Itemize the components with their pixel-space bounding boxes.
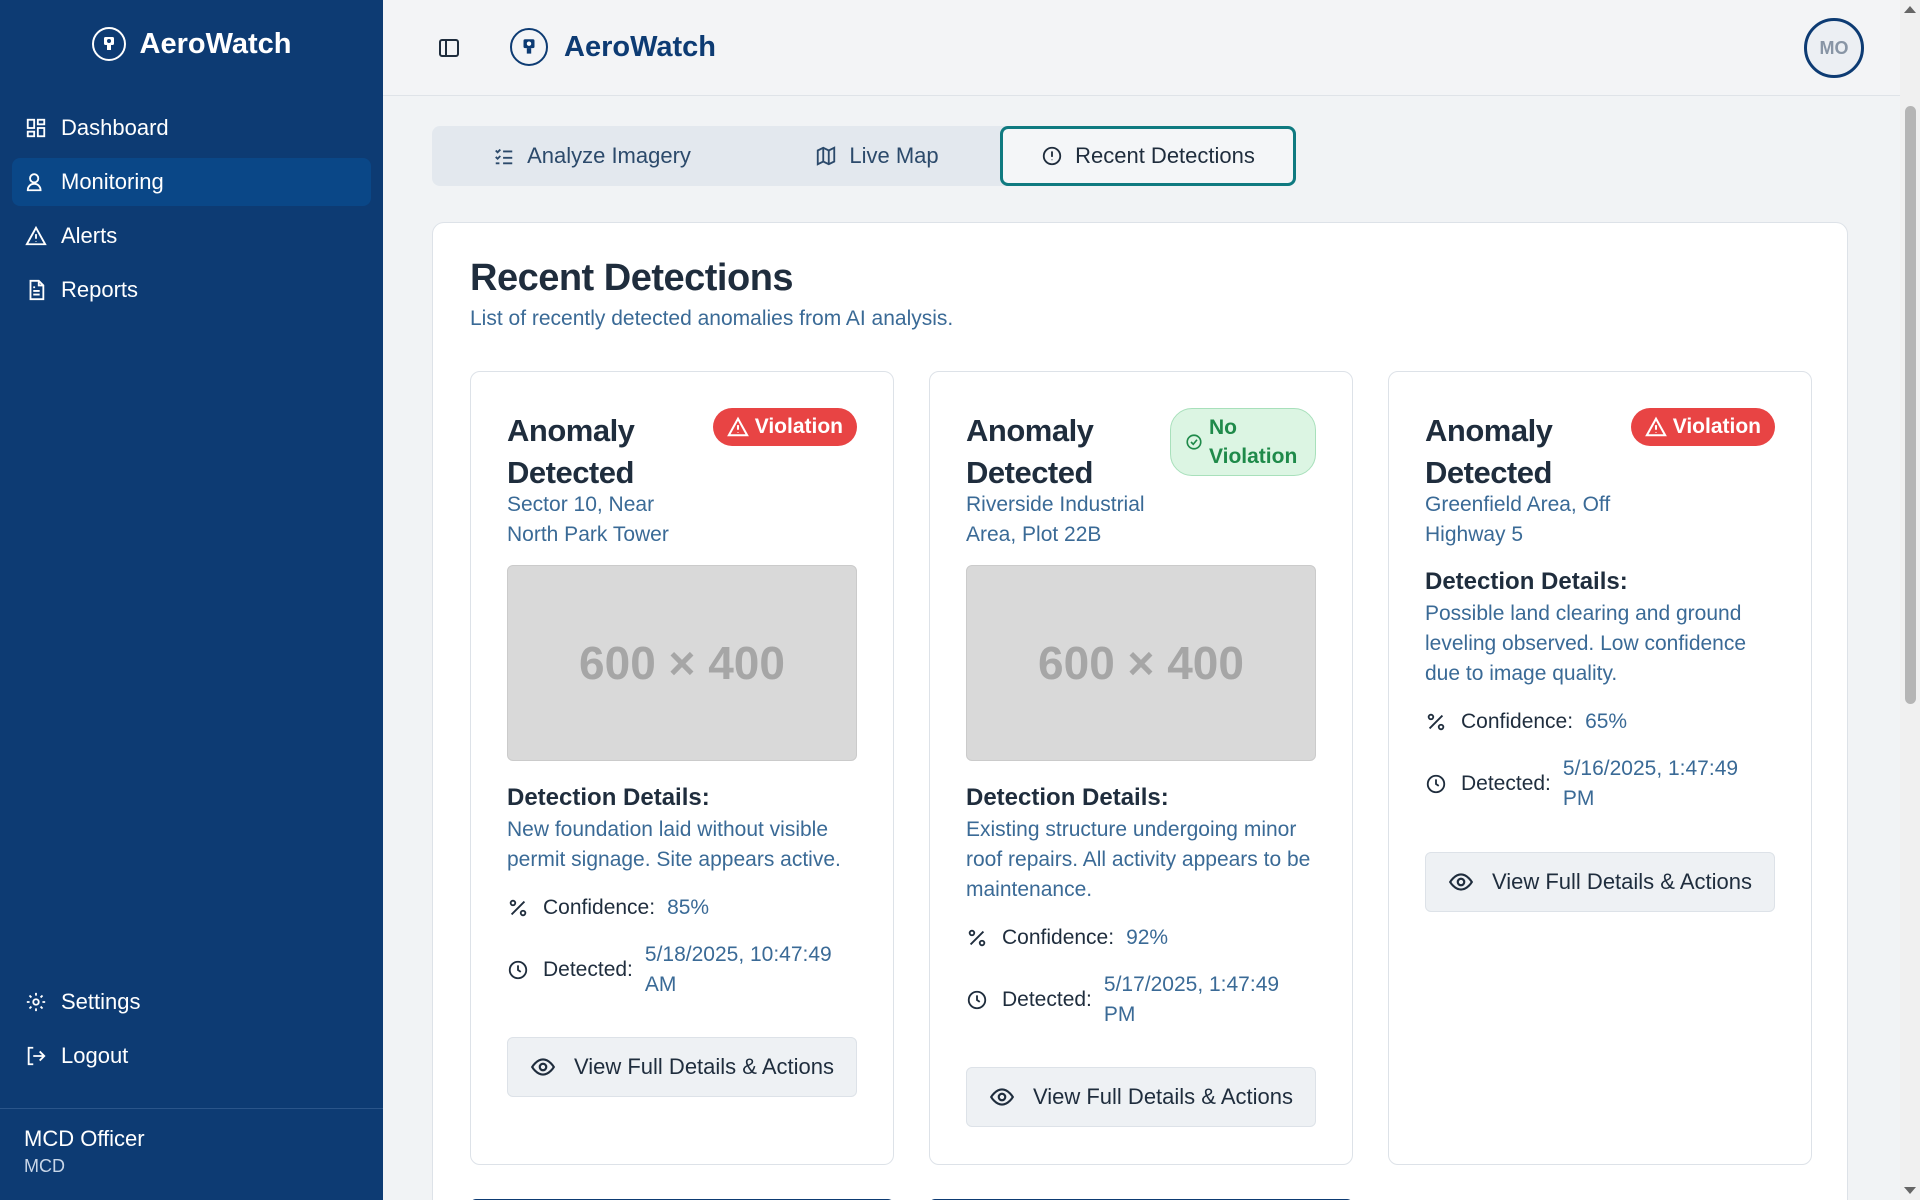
scroll-down-arrow-icon[interactable] [1904,1187,1916,1194]
details-heading: Detection Details: [1425,568,1628,595]
card-location: Sector 10, Near North Park Tower [507,493,669,546]
sidebar-nav: Dashboard Monitoring Alerts Reports [0,88,383,314]
sidebar-item-logout[interactable]: Logout [12,1032,371,1080]
status-badge: No Violation [1170,408,1316,476]
clock-icon [508,960,528,980]
avatar[interactable]: MO [1804,18,1864,78]
page-subtitle: List of recently detected anomalies from… [470,307,954,330]
page-scrollbar[interactable] [1900,0,1920,1200]
triangle-alert-icon [1644,416,1667,437]
sidebar-brand[interactable]: AeroWatch [0,0,383,88]
details-text: Possible land clearing and ground leveli… [1425,602,1747,685]
tab-label: Live Map [849,143,939,168]
confidence-value: 92% [1126,926,1169,949]
file-text-icon [29,279,45,301]
card-location: Riverside Industrial Area, Plot 22B [966,493,1145,546]
details-heading: Detection Details: [966,784,1169,811]
confidence-value: 85% [667,896,710,919]
detection-card: Anomaly Detected Violation Greenfield Ar… [1388,371,1812,1165]
confidence-row: Confidence: 65% [1425,707,1627,737]
sidebar-bottom: Settings Logout [12,978,371,1086]
triangle-alert-icon [25,225,47,246]
grid-icon [26,118,46,138]
sidebar-toggle-icon[interactable] [437,36,461,60]
confidence-value: 65% [1585,710,1628,733]
sidebar-item-settings[interactable]: Settings [12,978,371,1026]
sidebar-item-label: Monitoring [61,169,164,194]
page-title: Recent Detections [470,257,794,299]
sidebar-item-monitoring[interactable]: Monitoring [12,158,371,206]
detected-value: 5/16/2025, 1:47:49 PM [1562,757,1739,810]
card-location: Greenfield Area, Off Highway 5 [1425,493,1611,546]
details-text: New foundation laid without visible perm… [507,818,841,871]
top-header: AeroWatch MO [383,0,1900,96]
view-details-button[interactable]: View Full Details & Actions [507,1037,857,1097]
sidebar-item-label: Dashboard [61,115,169,140]
details-text: Existing structure undergoing minor roof… [966,818,1311,901]
detected-row: Detected: 5/17/2025, 1:47:49 PM [966,970,1304,1030]
card-title: Anomaly Detected [966,413,1094,490]
confidence-row: Confidence: 92% [966,923,1168,953]
view-details-button[interactable]: View Full Details & Actions [966,1067,1316,1127]
percent-icon [968,929,986,947]
tab-label: Analyze Imagery [527,143,691,168]
recent-detections-panel: Recent Detections List of recently detec… [432,222,1848,1200]
sidebar-item-reports[interactable]: Reports [12,266,371,314]
sidebar-item-label: Reports [61,277,139,302]
percent-icon [1427,713,1445,731]
confidence-row: Confidence: 85% [507,893,709,923]
detected-row: Detected: 5/18/2025, 10:47:49 AM [507,940,845,1000]
gear-icon [26,992,46,1012]
aerowatch-logo-icon [510,28,548,66]
detected-row: Detected: 5/16/2025, 1:47:49 PM [1425,754,1763,814]
sidebar-item-alerts[interactable]: Alerts [12,212,371,260]
detection-card: Anomaly Detected Violation Sector 10, Ne… [470,371,894,1165]
header-brand[interactable]: AeroWatch [510,28,716,66]
eye-icon [1448,873,1474,891]
detected-value: 5/17/2025, 1:47:49 PM [1103,973,1280,1026]
tab-live-map[interactable]: Live Map [752,126,1002,186]
sidebar-brand-name: AeroWatch [139,27,292,60]
tab-label: Recent Detections [1075,143,1255,168]
card-title: Anomaly Detected [507,413,635,490]
sidebar-item-label: Alerts [61,223,118,248]
scroll-up-arrow-icon[interactable] [1904,6,1916,13]
eye-icon [989,1088,1015,1106]
status-badge: Violation [1630,408,1775,446]
detection-card: Anomaly Detected No Violation Riverside … [929,371,1353,1165]
image-placeholder: 600 × 400 [507,565,857,761]
eye-icon [530,1058,556,1076]
clock-icon [967,990,987,1010]
tab-bar: Analyze Imagery Live Map Recent Detectio… [432,126,1296,186]
percent-icon [509,899,527,917]
detected-value: 5/18/2025, 10:47:49 AM [644,943,832,996]
map-icon [817,146,836,166]
list-check-icon [495,148,513,165]
alert-circle-icon [1042,146,1062,166]
tab-recent-detections[interactable]: Recent Detections [1000,126,1296,186]
clock-icon [1426,774,1446,794]
aerowatch-logo-icon [91,27,126,61]
sidebar-item-label: Settings [61,989,141,1014]
details-heading: Detection Details: [507,784,710,811]
logout-icon [27,1046,46,1066]
user-search-icon [26,173,42,192]
user-org: MCD [24,1156,65,1176]
sidebar-user: MCD Officer MCD [0,1108,383,1177]
check-circle-icon [1186,434,1202,450]
view-details-button[interactable]: View Full Details & Actions [1425,852,1775,912]
sidebar: AeroWatch Dashboard Monitoring Alerts Re… [0,0,383,1200]
user-name: MCD Officer [24,1126,145,1151]
sidebar-item-label: Logout [61,1043,129,1068]
scroll-thumb[interactable] [1905,106,1916,704]
card-title: Anomaly Detected [1425,413,1553,490]
tab-analyze-imagery[interactable]: Analyze Imagery [432,126,752,186]
status-badge: Violation [712,408,857,446]
image-placeholder: 600 × 400 [966,565,1316,761]
triangle-alert-icon [726,416,749,437]
header-brand-name: AeroWatch [564,30,716,63]
sidebar-item-dashboard[interactable]: Dashboard [12,104,371,152]
